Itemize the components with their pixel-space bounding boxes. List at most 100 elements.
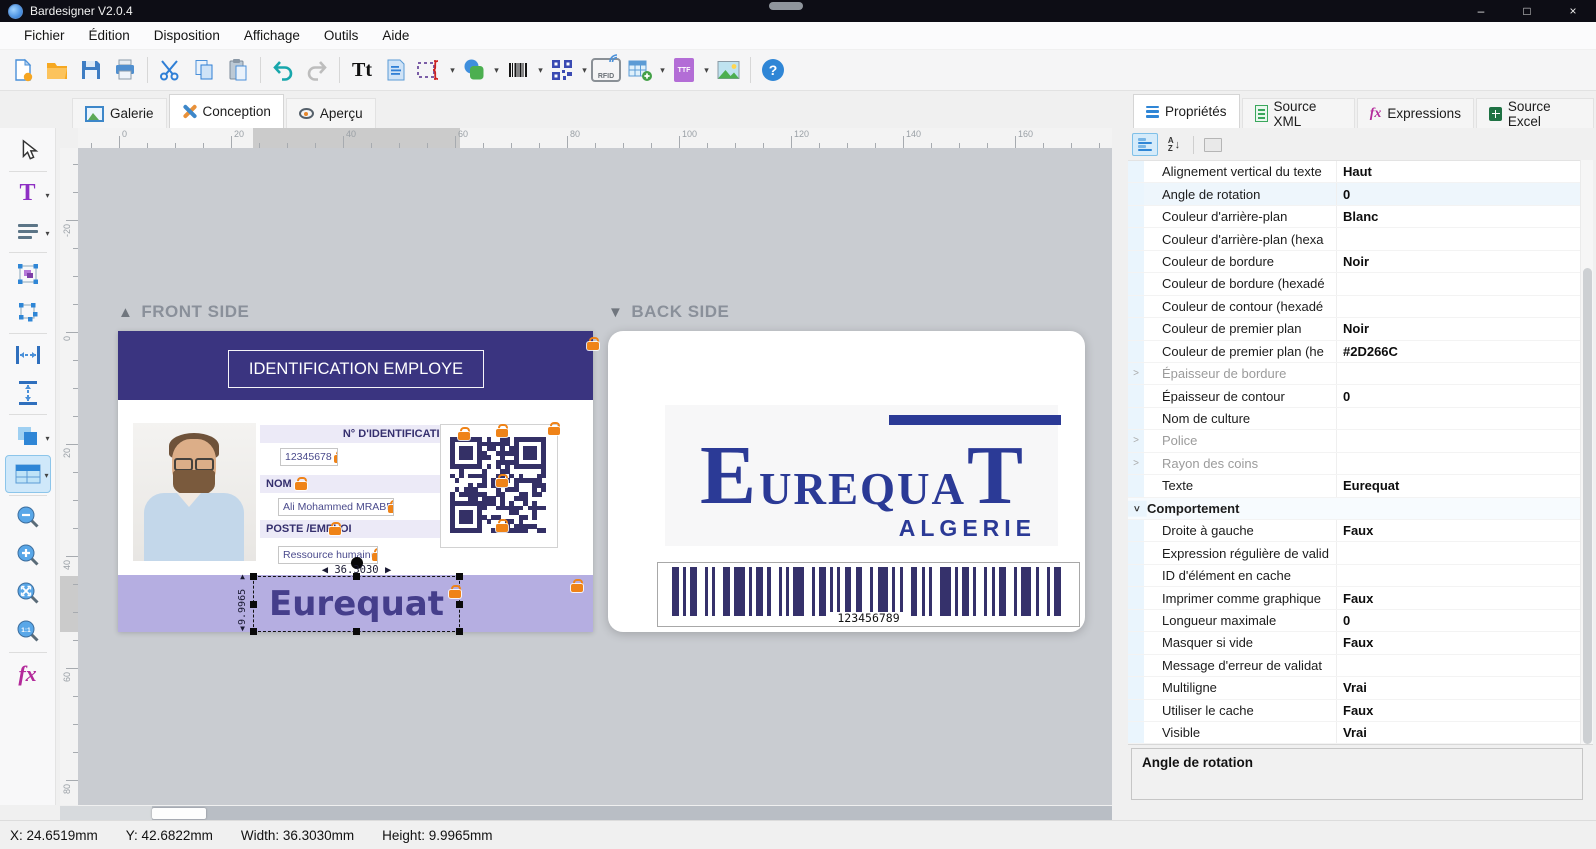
field-label-poste[interactable]: POSTE /EMPLOI: [260, 520, 462, 538]
property-value[interactable]: Eurequat: [1337, 475, 1580, 496]
zoom-in-button[interactable]: [5, 536, 51, 574]
property-value[interactable]: 0: [1337, 183, 1580, 204]
back-card[interactable]: E UREQUA T ALGERIE 123456789: [608, 331, 1085, 632]
cut-button[interactable]: [154, 53, 186, 87]
front-card[interactable]: IDENTIFICATION EMPLOYE N° D'IDENTIFICATI…: [118, 331, 599, 635]
select-cursor-button[interactable]: [5, 131, 51, 169]
save-button[interactable]: [75, 53, 107, 87]
property-value[interactable]: [1337, 228, 1580, 249]
property-value[interactable]: [1337, 296, 1580, 317]
window-drag-handle[interactable]: [769, 2, 803, 10]
shapes-overlap-dropdown[interactable]: [45, 434, 49, 443]
menu-item-dition[interactable]: Édition: [77, 22, 142, 49]
table-add-dropdown[interactable]: [658, 65, 667, 76]
table-layout-button[interactable]: [4, 455, 51, 493]
menu-item-affichage[interactable]: Affichage: [232, 22, 312, 49]
property-row[interactable]: Couleur de contour (hexadé: [1128, 295, 1580, 319]
categorized-view-button[interactable]: [1132, 133, 1158, 156]
rfid-tool-button[interactable]: RFID: [590, 53, 622, 87]
design-canvas[interactable]: ▲ FRONT SIDE IDENTIFICATION EMPLOYE N° D…: [78, 148, 1112, 805]
property-row[interactable]: Expression régulière de valid: [1128, 542, 1580, 565]
logo-element[interactable]: E UREQUA T ALGERIE: [665, 405, 1061, 546]
property-row[interactable]: Masquer si vide Faux: [1128, 632, 1580, 655]
open-folder-button[interactable]: [41, 53, 73, 87]
resize-handle-ne[interactable]: [456, 573, 463, 580]
property-value[interactable]: Noir: [1337, 318, 1580, 339]
menu-item-disposition[interactable]: Disposition: [142, 22, 232, 49]
property-value[interactable]: Faux: [1337, 520, 1580, 541]
property-value[interactable]: Faux: [1337, 587, 1580, 608]
property-row[interactable]: Imprimer comme graphique Faux: [1128, 587, 1580, 610]
selected-element-text[interactable]: Eurequat: [269, 587, 444, 621]
card-header-band[interactable]: IDENTIFICATION EMPLOYE: [118, 331, 593, 400]
tab-galerie[interactable]: Galerie: [72, 98, 167, 128]
property-row[interactable]: ID d'élément en cache: [1128, 564, 1580, 588]
field-value-id[interactable]: 12345678: [280, 448, 338, 466]
property-value[interactable]: Haut: [1337, 161, 1580, 182]
field-value-poste[interactable]: Ressource humaines: [278, 546, 378, 564]
property-row[interactable]: Multiligne Vrai: [1128, 677, 1580, 700]
property-value[interactable]: [1337, 408, 1580, 429]
property-row[interactable]: Alignement vertical du texte Haut: [1128, 161, 1580, 184]
text-cursor-tool-button[interactable]: [414, 53, 446, 87]
table-add-button[interactable]: [624, 53, 656, 87]
property-row[interactable]: Couleur de premier plan (he #2D266C: [1128, 340, 1580, 363]
resize-handle-w[interactable]: [250, 600, 257, 608]
barcode-dropdown[interactable]: [536, 65, 545, 76]
property-row[interactable]: Droite à gauche Faux: [1128, 520, 1580, 543]
property-row[interactable]: Couleur de bordure (hexadé: [1128, 273, 1580, 296]
property-row[interactable]: Longueur maximale 0: [1128, 609, 1580, 633]
resize-handle-n[interactable]: [353, 573, 360, 580]
new-file-button[interactable]: [7, 53, 39, 87]
row-expander[interactable]: >: [1128, 452, 1144, 475]
expression-fx-button[interactable]: fx: [5, 655, 51, 693]
property-value[interactable]: #2D266C: [1337, 341, 1580, 362]
property-value[interactable]: Faux: [1337, 632, 1580, 653]
row-expander[interactable]: >: [1128, 362, 1144, 385]
property-value[interactable]: [1337, 363, 1580, 384]
property-value[interactable]: [1337, 273, 1580, 294]
tab-conception[interactable]: Conception: [168, 94, 284, 128]
minimize-button[interactable]: –: [1458, 0, 1504, 22]
tab-source-excel[interactable]: Source Excel: [1475, 98, 1594, 129]
text-element-button[interactable]: T: [5, 174, 51, 212]
property-value[interactable]: Noir: [1337, 251, 1580, 272]
resize-handle-sw[interactable]: [250, 628, 257, 635]
shapes-overlap-button[interactable]: [5, 417, 51, 455]
employee-photo[interactable]: [133, 423, 256, 561]
resize-handle-nw[interactable]: [250, 573, 257, 580]
property-value[interactable]: [1337, 542, 1580, 563]
height-resize-button[interactable]: [5, 374, 51, 412]
canvas-horizontal-scrollbar[interactable]: [60, 806, 1112, 820]
property-value[interactable]: [1337, 655, 1580, 676]
tab-apercu[interactable]: Aperçu: [285, 98, 376, 128]
property-value[interactable]: 0: [1337, 385, 1580, 406]
property-value[interactable]: Faux: [1337, 700, 1580, 721]
group-button[interactable]: [5, 255, 51, 293]
property-row[interactable]: Nom de culture: [1128, 407, 1580, 431]
font-ttf-button[interactable]: TTF: [668, 53, 700, 87]
copy-button[interactable]: [188, 53, 220, 87]
property-value[interactable]: Vrai: [1337, 677, 1580, 698]
font-ttf-dropdown[interactable]: [702, 65, 711, 76]
text-cursor-dropdown[interactable]: [448, 65, 457, 76]
card-title-element[interactable]: IDENTIFICATION EMPLOYE: [228, 350, 484, 388]
row-expander[interactable]: >: [1128, 430, 1144, 452]
field-label-nom[interactable]: NOM: [260, 475, 462, 493]
tab-source-xml[interactable]: Source XML: [1241, 98, 1355, 129]
barcode-tool-button[interactable]: [502, 53, 534, 87]
paste-button[interactable]: [222, 53, 254, 87]
close-button[interactable]: ×: [1550, 0, 1596, 22]
print-button[interactable]: [109, 53, 141, 87]
property-row[interactable]: Couleur de bordure Noir: [1128, 250, 1580, 274]
property-value[interactable]: [1337, 565, 1580, 586]
property-value[interactable]: Vrai: [1337, 722, 1580, 743]
resize-handle-e[interactable]: [456, 600, 463, 608]
help-button[interactable]: ?: [757, 53, 789, 87]
maximize-button[interactable]: □: [1504, 0, 1550, 22]
menu-item-aide[interactable]: Aide: [370, 22, 421, 49]
table-layout-dropdown[interactable]: [44, 471, 48, 480]
property-row[interactable]: Couleur de premier plan Noir: [1128, 318, 1580, 341]
property-row[interactable]: > Rayon des coins: [1128, 452, 1580, 476]
redo-button[interactable]: [301, 53, 333, 87]
